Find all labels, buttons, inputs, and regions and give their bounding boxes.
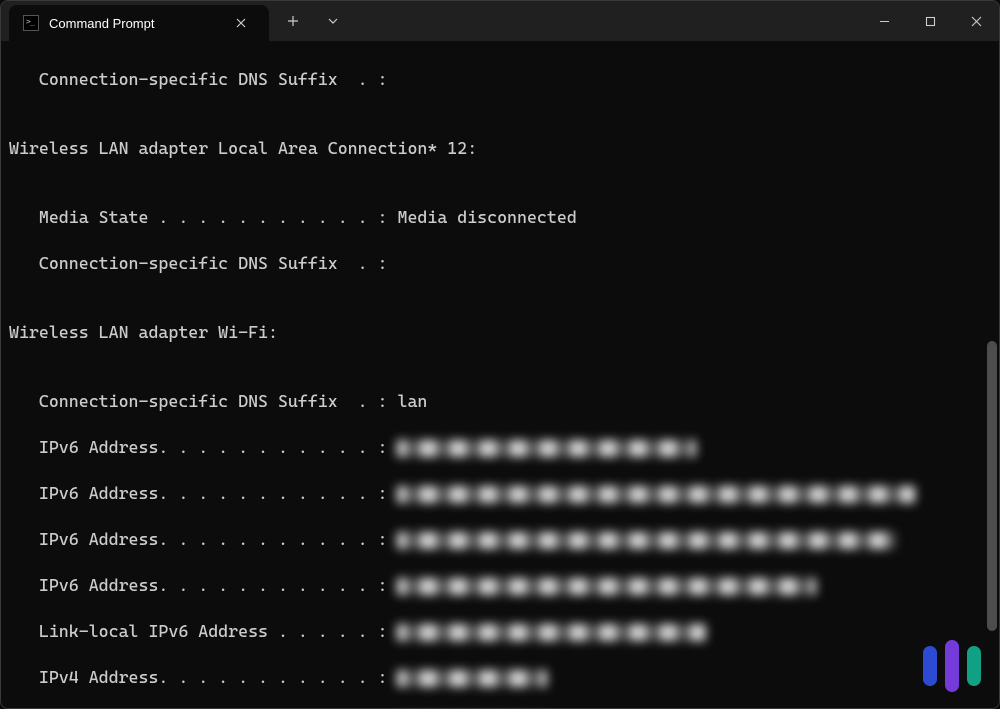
logo-bar — [923, 646, 937, 686]
new-tab-button[interactable] — [275, 3, 311, 39]
redacted-value — [397, 486, 915, 503]
output-line: Media State . . . . . . . . . . . : Medi… — [9, 206, 991, 229]
watermark-logo — [923, 640, 981, 692]
output-line: IPv4 Address. . . . . . . . . . . : — [9, 666, 991, 689]
close-icon — [236, 18, 246, 28]
terminal-window: Command Prompt Connect — [0, 0, 1000, 709]
output-line: IPv6 Address. . . . . . . . . . . : — [9, 436, 991, 459]
logo-bar — [945, 640, 959, 692]
output-line: IPv6 Address. . . . . . . . . . . : — [9, 528, 991, 551]
window-controls — [861, 1, 999, 41]
scrollbar[interactable] — [987, 41, 997, 704]
titlebar: Command Prompt — [1, 1, 999, 41]
tab-title: Command Prompt — [49, 16, 154, 31]
tab-dropdown-button[interactable] — [315, 3, 351, 39]
redacted-value — [397, 440, 696, 457]
output-line: Connection-specific DNS Suffix . : — [9, 252, 991, 275]
output-line: IPv6 Address. . . . . . . . . . . : — [9, 574, 991, 597]
minimize-icon — [879, 16, 890, 27]
redacted-value — [397, 578, 815, 595]
maximize-button[interactable] — [907, 1, 953, 41]
maximize-icon — [925, 16, 936, 27]
output-line: Wireless LAN adapter Local Area Connecti… — [9, 137, 991, 160]
output-line: Connection-specific DNS Suffix . : — [9, 68, 991, 91]
tab-actions — [269, 1, 351, 41]
command-prompt-icon — [23, 15, 39, 31]
redacted-value — [397, 624, 706, 641]
chevron-down-icon — [327, 15, 339, 27]
titlebar-drag-region[interactable] — [351, 1, 861, 41]
minimize-button[interactable] — [861, 1, 907, 41]
close-icon — [971, 16, 982, 27]
redacted-value — [397, 532, 895, 549]
terminal-output[interactable]: Connection-specific DNS Suffix . : Wirel… — [1, 41, 999, 708]
output-line: Connection-specific DNS Suffix . : lan — [9, 390, 991, 413]
tab-close-button[interactable] — [227, 9, 255, 37]
close-window-button[interactable] — [953, 1, 999, 41]
output-line: Wireless LAN adapter Wi-Fi: — [9, 321, 991, 344]
output-line: IPv6 Address. . . . . . . . . . . : — [9, 482, 991, 505]
redacted-value — [397, 670, 546, 687]
plus-icon — [287, 15, 299, 27]
tab-command-prompt[interactable]: Command Prompt — [9, 5, 269, 41]
output-line: Link-local IPv6 Address . . . . . : — [9, 620, 991, 643]
scrollbar-thumb[interactable] — [987, 341, 997, 631]
logo-bar — [967, 646, 981, 686]
